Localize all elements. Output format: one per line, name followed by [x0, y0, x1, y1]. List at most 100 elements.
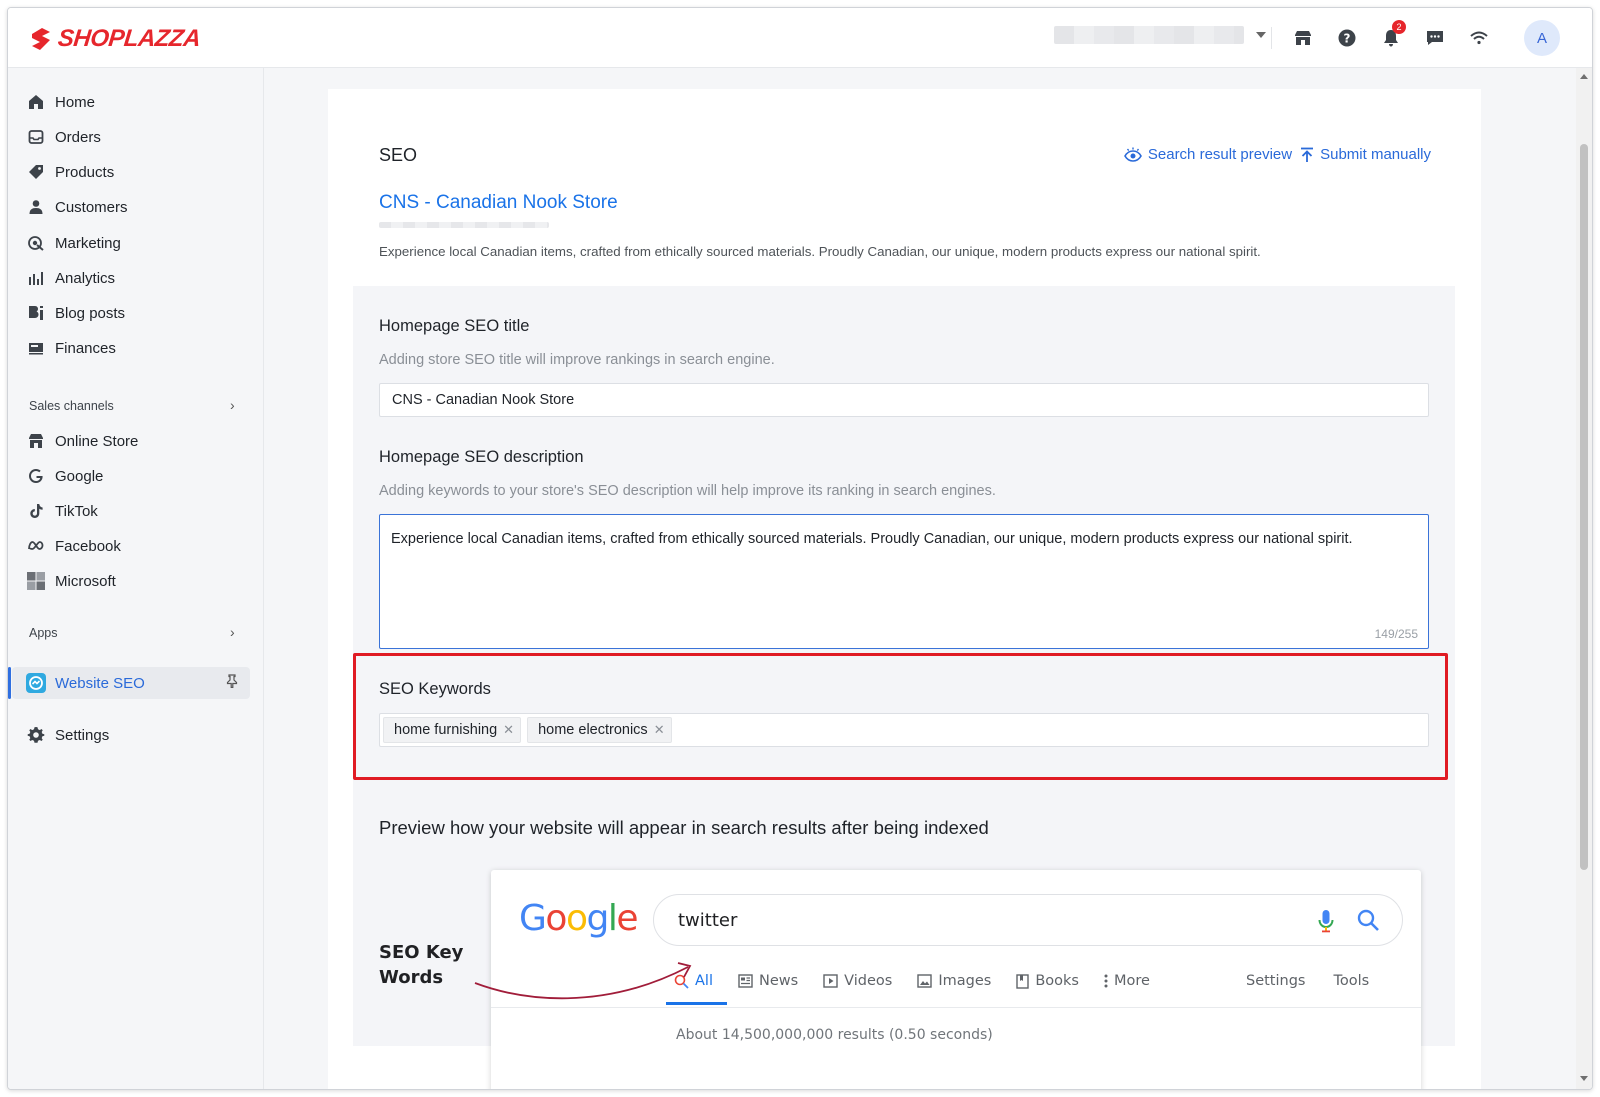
google-tools-label: Tools	[1333, 973, 1370, 989]
bell-icon[interactable]: 2	[1378, 20, 1406, 51]
store-icon[interactable]	[1290, 25, 1316, 51]
google-logo-letter: G	[519, 898, 547, 939]
preview-description: Experience local Canadian items, crafted…	[379, 244, 1261, 259]
google-query: twitter	[678, 909, 738, 931]
scrollbar[interactable]	[1576, 68, 1592, 1089]
google-logo-letter: o	[545, 898, 567, 939]
tag-icon	[26, 162, 46, 182]
sidebar-item-settings[interactable]: Settings	[26, 719, 252, 751]
sidebar-item-label: Customers	[55, 198, 128, 216]
google-logo: Google	[519, 898, 638, 939]
search-result-preview-link[interactable]: Search result preview	[1123, 146, 1293, 163]
sidebar: Home Orders Products Customers Marketing…	[8, 68, 264, 1089]
close-icon[interactable]: ✕	[654, 722, 665, 738]
seo-title-input[interactable]: CNS - Canadian Nook Store	[379, 383, 1429, 417]
seo-description-textarea[interactable]: Experience local Canadian items, crafted…	[379, 514, 1429, 649]
sidebar-item-label: Analytics	[55, 269, 116, 287]
scroll-up-icon[interactable]	[1580, 74, 1588, 79]
sidebar-item-orders[interactable]: Orders	[26, 121, 252, 153]
chevron-right-icon[interactable]: ›	[230, 624, 235, 640]
gear-icon	[26, 725, 46, 745]
sidebar-item-products[interactable]: Products	[26, 156, 252, 188]
sales-channels-label: Sales channels	[29, 399, 114, 413]
user-icon	[26, 197, 46, 217]
sidebar-item-label: Finances	[55, 339, 116, 357]
seo-description-hint: Adding keywords to your store's SEO desc…	[379, 483, 996, 499]
scroll-down-icon[interactable]	[1580, 1076, 1588, 1081]
sidebar-item-label: Products	[55, 163, 115, 181]
sidebar-item-blog-posts[interactable]: Blog posts	[26, 297, 252, 329]
sidebar-item-label: Home	[55, 93, 96, 111]
shoplazza-logo[interactable]: SHOPLAZZA	[28, 25, 202, 53]
avatar[interactable]: A	[1524, 20, 1560, 56]
submit-manually-link[interactable]: Submit manually	[1300, 146, 1431, 163]
sidebar-item-google[interactable]: Google	[26, 460, 252, 492]
sidebar-item-tiktok[interactable]: TikTok	[26, 495, 252, 527]
sidebar-item-label: Facebook	[55, 537, 121, 555]
upload-icon	[1301, 147, 1314, 162]
search-result-preview-label: Search result preview	[1147, 146, 1293, 163]
preview-title[interactable]: CNS - Canadian Nook Store	[379, 192, 618, 214]
chevron-right-icon[interactable]: ›	[230, 397, 235, 413]
google-tab-videos: Videos	[823, 973, 892, 1001]
sidebar-item-finances[interactable]: Finances	[26, 332, 252, 364]
sidebar-item-analytics[interactable]: Analytics	[26, 262, 252, 294]
help-icon[interactable]: ?	[1334, 25, 1360, 51]
bar-chart-icon	[26, 268, 46, 288]
pin-icon[interactable]	[226, 674, 238, 692]
sidebar-item-label: Google	[55, 467, 104, 485]
seo-keywords-annotation: SEO Key Words	[379, 940, 469, 990]
google-logo-letter: g	[586, 898, 609, 939]
scroll-thumb[interactable]	[1580, 144, 1588, 870]
top-bar: SHOPLAZZA ? 2 A	[8, 8, 1592, 68]
seo-title-hint: Adding store SEO title will improve rank…	[379, 352, 775, 368]
home-icon	[26, 92, 46, 112]
divider	[1271, 27, 1272, 49]
sidebar-item-customers[interactable]: Customers	[26, 191, 252, 223]
chevron-down-icon	[1256, 32, 1266, 38]
preview-section-heading: Preview how your website will appear in …	[379, 817, 989, 838]
seo-keywords-label: SEO Keywords	[379, 680, 491, 698]
top-icons: ? 2 A	[1271, 20, 1560, 56]
sidebar-item-marketing[interactable]: Marketing	[26, 227, 252, 259]
store-selector[interactable]	[1054, 24, 1279, 46]
sidebar-item-label: Online Store	[55, 432, 139, 450]
sidebar-item-label: Settings	[55, 726, 110, 744]
sidebar-item-home[interactable]: Home	[26, 86, 252, 118]
sidebar-item-facebook[interactable]: Facebook	[26, 530, 252, 562]
orders-icon	[26, 127, 46, 147]
keyword-tag: home electronics ✕	[527, 717, 672, 743]
sidebar-item-website-seo[interactable]: Website SEO	[8, 667, 250, 699]
seo-keywords-input[interactable]: home furnishing ✕ home electronics ✕	[379, 713, 1429, 747]
more-vertical-icon	[1104, 974, 1108, 988]
sidebar-item-label: Website SEO	[55, 674, 145, 692]
sidebar-item-microsoft[interactable]: Microsoft	[26, 565, 252, 597]
chat-icon[interactable]	[1422, 25, 1448, 51]
app-window: SHOPLAZZA ? 2 A Home Orders Products Cus…	[7, 7, 1593, 1090]
eye-icon	[1123, 147, 1142, 162]
preview-url-redacted	[379, 222, 549, 228]
google-logo-letter: e	[616, 898, 638, 939]
sidebar-item-online-store[interactable]: Online Store	[26, 425, 252, 457]
google-logo-letter: o	[565, 898, 588, 939]
microsoft-icon	[26, 571, 46, 591]
image-icon	[917, 974, 933, 988]
sidebar-item-label: Marketing	[55, 234, 121, 252]
annotation-arrow	[474, 962, 692, 1000]
apps-label: Apps	[29, 626, 58, 640]
store-name-redacted	[1054, 26, 1244, 44]
keyword-tag-label: home furnishing	[394, 722, 498, 738]
keyword-tag-label: home electronics	[538, 722, 648, 738]
book-icon	[1016, 973, 1030, 989]
main-content: SEO Search result preview Submit manuall…	[264, 68, 1592, 1089]
close-icon[interactable]: ✕	[503, 722, 514, 738]
search-icon	[1356, 908, 1380, 937]
google-icon	[26, 466, 46, 486]
wifi-icon[interactable]	[1466, 25, 1492, 51]
sidebar-item-label: Blog posts	[55, 304, 126, 322]
submit-manually-label: Submit manually	[1320, 146, 1431, 163]
annotation-text: SEO Key Words	[379, 942, 464, 988]
page-title: SEO	[379, 145, 418, 165]
google-tab-label: Videos	[844, 973, 893, 989]
meta-icon	[26, 536, 46, 556]
